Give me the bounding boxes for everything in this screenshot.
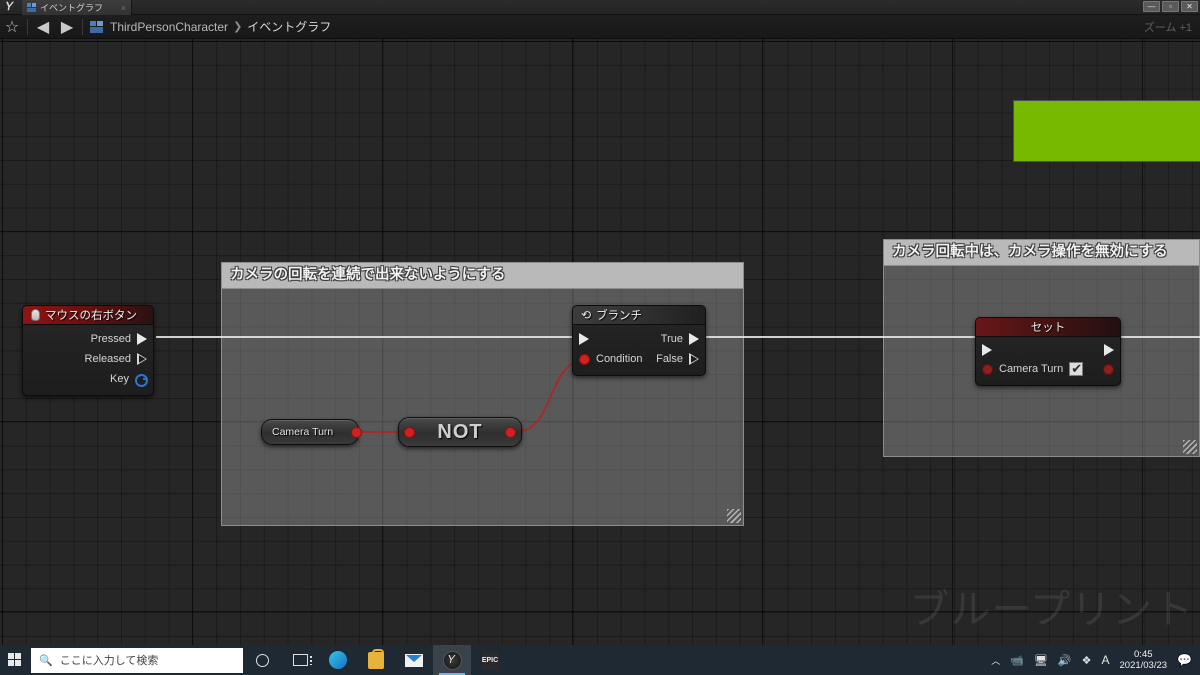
pin-row-exec[interactable] (976, 341, 1120, 359)
node-not-boolean[interactable]: NOT (398, 417, 522, 447)
node-header: マウスの右ボタン (23, 306, 153, 325)
close-icon[interactable]: × (121, 3, 126, 13)
exec-pin-icon[interactable] (982, 344, 992, 356)
pin-row-camera-turn[interactable]: Camera Turn (976, 359, 1120, 379)
node-header: ⟲ ブランチ (573, 306, 705, 325)
pin-label: Pressed (90, 333, 131, 345)
windows-taskbar: 🔍 ここに入力して検索 𝛶 EPIC ︿ 📹 🖥 🔊 ❖ A 0:45 2021… (0, 645, 1200, 675)
node-title: セット (1030, 322, 1066, 334)
start-button[interactable] (0, 645, 30, 675)
bool-pin-icon[interactable] (579, 353, 590, 365)
task-view-icon[interactable] (281, 645, 319, 675)
node-branch[interactable]: ⟲ ブランチ True Condition False (572, 305, 706, 376)
exec-pin-icon[interactable] (137, 353, 147, 365)
chevron-up-icon[interactable]: ︿ (991, 654, 1000, 667)
pin-row-exec-true[interactable]: True (573, 329, 705, 349)
cortana-icon[interactable] (243, 645, 281, 675)
search-placeholder: ここに入力して検索 (59, 655, 159, 667)
meet-now-icon[interactable]: 📹 (1010, 654, 1024, 667)
blueprint-icon (27, 3, 36, 12)
node-event-mouse-right-button[interactable]: マウスの右ボタン Pressed Released Key (22, 305, 154, 396)
search-icon: 🔍 (39, 654, 53, 667)
variable-name-label: Camera Turn (272, 426, 334, 438)
variable-name-label: Camera Turn (999, 363, 1064, 375)
exec-pin-icon[interactable] (689, 333, 699, 345)
unreal-blueprint-editor-window: 𝛶 イベントグラフ × — ▫ ✕ ☆ ◀ ▶ ThirdPersonChara… (0, 0, 1200, 675)
window-controls: — ▫ ✕ (1143, 1, 1198, 12)
key-struct-pin-icon[interactable] (135, 374, 148, 387)
node-title: NOT (437, 420, 483, 443)
pin-label-true: True (660, 333, 683, 345)
bool-output-pin-icon[interactable] (351, 426, 362, 438)
exec-pin-icon[interactable] (1104, 344, 1114, 356)
node-get-camera-turn[interactable]: Camera Turn (261, 419, 362, 445)
breadcrumb-separator-icon: ❯ (233, 21, 243, 33)
bluetooth-icon[interactable]: ❖ (1082, 654, 1092, 667)
breadcrumb-graph-name[interactable]: イベントグラフ (247, 18, 331, 35)
mouse-icon (31, 309, 40, 321)
node-body: Camera Turn (976, 337, 1120, 385)
bool-input-pin-icon[interactable] (404, 426, 415, 438)
breadcrumb-toolbar: ☆ ◀ ▶ ThirdPersonCharacter ❯ イベントグラフ (0, 15, 1200, 39)
blueprint-icon (90, 20, 104, 33)
node-title: ブランチ (596, 310, 643, 322)
node-body: True Condition False (573, 325, 705, 375)
bool-input-pin-icon[interactable] (982, 363, 993, 375)
pin-label: Key (110, 373, 129, 385)
node-set-camera-turn[interactable]: セット Camera Turn (975, 317, 1121, 386)
exec-pin-icon[interactable] (689, 353, 699, 365)
unreal-engine-icon[interactable]: 𝛶 (433, 645, 471, 675)
pin-label-condition: Condition (596, 353, 643, 365)
unreal-engine-logo-icon: 𝛶 (6, 1, 14, 13)
exec-pin-icon[interactable] (579, 333, 589, 345)
ime-icon[interactable]: A (1101, 653, 1109, 667)
pin-label: Released (84, 353, 131, 365)
bool-output-pin-icon[interactable] (1103, 363, 1114, 375)
tab-label: イベントグラフ (40, 3, 104, 13)
zoom-level-label: ズーム +1 (1143, 22, 1192, 34)
taskbar-search-input[interactable]: 🔍 ここに入力して検索 (31, 647, 243, 673)
epic-games-icon[interactable]: EPIC (471, 645, 509, 675)
pin-row-pressed[interactable]: Pressed (23, 329, 153, 349)
microsoft-store-icon[interactable] (357, 645, 395, 675)
forward-arrow-icon[interactable]: ▶ (55, 15, 79, 39)
branch-icon: ⟲ (581, 308, 592, 322)
mail-icon[interactable] (395, 645, 433, 675)
minimize-button[interactable]: — (1143, 1, 1160, 12)
event-graph-canvas[interactable]: ブループリント カメラの回転を連続で出来ないようにする カメラ回転中は、カメラ操… (0, 39, 1200, 645)
bool-value-checkbox[interactable] (1069, 361, 1084, 376)
pin-label-false: False (656, 353, 683, 365)
maximize-button[interactable]: ▫ (1162, 1, 1179, 12)
close-button[interactable]: ✕ (1181, 1, 1198, 12)
pin-row-released[interactable]: Released (23, 349, 153, 369)
windows-icon (8, 653, 22, 667)
back-arrow-icon[interactable]: ◀ (31, 15, 55, 39)
tab-event-graph[interactable]: イベントグラフ × (22, 0, 132, 15)
notification-icon[interactable]: 💬 (1177, 653, 1192, 667)
exec-pin-icon[interactable] (137, 333, 147, 345)
node-body: Pressed Released Key (23, 325, 153, 395)
clock-time: 0:45 (1134, 649, 1153, 660)
edge-icon[interactable] (319, 645, 357, 675)
network-icon[interactable]: 🖥 (1034, 654, 1048, 667)
favorite-star-icon[interactable]: ☆ (0, 15, 24, 39)
pin-row-condition-false[interactable]: Condition False (573, 349, 705, 369)
pin-row-key[interactable]: Key (23, 369, 153, 389)
divider (27, 18, 28, 35)
system-tray: ︿ 📹 🖥 🔊 ❖ A 0:45 2021/03/23 💬 (991, 649, 1200, 671)
breadcrumb-blueprint-name[interactable]: ThirdPersonCharacter (110, 20, 228, 34)
title-bar: 𝛶 イベントグラフ × — ▫ ✕ (0, 0, 1200, 15)
node-title: マウスの右ボタン (45, 310, 137, 322)
bool-output-pin-icon[interactable] (505, 426, 516, 438)
clock-date: 2021/03/23 (1119, 660, 1168, 671)
volume-icon[interactable]: 🔊 (1058, 654, 1072, 667)
node-header: セット (976, 318, 1120, 337)
divider (82, 18, 83, 35)
clock[interactable]: 0:45 2021/03/23 (1120, 649, 1168, 671)
